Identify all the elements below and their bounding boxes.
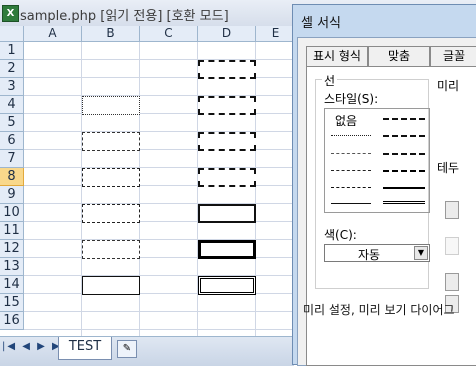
border-top-button[interactable] — [445, 201, 459, 219]
column-header-b[interactable]: B — [82, 26, 140, 42]
cell-b14-thin-border[interactable] — [82, 276, 140, 295]
style-hair-option[interactable] — [331, 135, 371, 136]
row-header-6[interactable]: 6 — [0, 132, 24, 150]
row-header-8[interactable]: 8 — [0, 168, 24, 186]
column-header-d[interactable]: D — [198, 26, 256, 42]
cell-b4-hair-border[interactable] — [82, 96, 140, 115]
row-header-12[interactable]: 12 — [0, 240, 24, 258]
column-header-c[interactable]: C — [140, 26, 198, 42]
insert-sheet-icon[interactable]: ✎ — [117, 340, 137, 358]
color-select-value: 자동 — [357, 248, 381, 262]
sheet-tabs-bar: |◀ ◀ ▶ ▶| TEST ✎ — [0, 336, 294, 366]
select-all-corner[interactable] — [0, 26, 24, 42]
row-header-5[interactable]: 5 — [0, 114, 24, 132]
border-tab-panel: 선 스타일(S): 없음 색(C): 자동 ▼ 미리 테두 미리 설정, 미리 … — [303, 66, 476, 366]
style-double-option[interactable] — [383, 201, 425, 204]
format-cells-dialog: 셀 서식 표시 형식 맞춤 글꼴 선 스타일(S): 없음 색(C): 자동 ▼… — [292, 4, 476, 366]
style-medium-dash-dot-dot-option[interactable] — [383, 153, 425, 155]
cell-b6-dotted-border[interactable] — [82, 132, 140, 151]
style-dash-dot-option[interactable] — [331, 187, 371, 188]
dialog-body: 표시 형식 맞춤 글꼴 선 스타일(S): 없음 색(C): 자동 ▼ 미리 테… — [297, 37, 476, 366]
prev-sheet-icon[interactable]: ◀ — [22, 341, 32, 352]
border-label: 테두 — [437, 161, 460, 175]
row-header-4[interactable]: 4 — [0, 96, 24, 114]
style-none-option[interactable]: 없음 — [335, 112, 357, 129]
column-header-e[interactable]: E — [256, 26, 296, 42]
cell-d8-medium-dashed-border[interactable] — [198, 168, 256, 187]
style-medium-dash-dot-option[interactable] — [383, 118, 425, 120]
cell-b12-dashed-border[interactable] — [82, 240, 140, 259]
cell-d10-medium-border[interactable] — [198, 204, 256, 223]
next-sheet-icon[interactable]: ▶ — [37, 341, 47, 352]
cell-d2-slant-dash-border[interactable] — [198, 60, 256, 79]
style-label: 스타일(S): — [324, 92, 379, 106]
column-header-a[interactable]: A — [24, 26, 82, 42]
border-inside-horizontal-button[interactable] — [445, 237, 459, 255]
tab-number-format[interactable]: 표시 형식 — [306, 46, 368, 66]
chevron-down-icon[interactable]: ▼ — [414, 246, 428, 260]
preset-help-text: 미리 설정, 미리 보기 다이어그 — [303, 303, 455, 317]
sheet-tab-test[interactable]: TEST — [58, 337, 112, 360]
row-header-3[interactable]: 3 — [0, 78, 24, 96]
cell-d4-medium-dash-dot-dot-border[interactable] — [198, 96, 256, 115]
row-header-2[interactable]: 2 — [0, 60, 24, 78]
cell-d14-double-border[interactable] — [198, 276, 256, 295]
style-dotted-option[interactable] — [331, 153, 371, 154]
style-slant-dash-option[interactable] — [383, 135, 425, 137]
row-header-1[interactable]: 1 — [0, 42, 24, 60]
color-select[interactable]: 자동 ▼ — [324, 244, 430, 262]
excel-app-icon[interactable]: X — [2, 5, 19, 22]
line-style-list[interactable]: 없음 — [324, 108, 430, 213]
tab-alignment[interactable]: 맞춤 — [368, 46, 430, 66]
dialog-title: 셀 서식 — [301, 16, 342, 31]
row-header-10[interactable]: 10 — [0, 204, 24, 222]
style-thin-option[interactable] — [331, 203, 371, 204]
cell-b10-dash-dot-border[interactable] — [82, 204, 140, 223]
row-header-16[interactable]: 16 — [0, 312, 24, 330]
row-header-7[interactable]: 7 — [0, 150, 24, 168]
line-group: 선 스타일(S): 없음 색(C): 자동 ▼ — [315, 72, 430, 289]
cell-b8-dash-dot-dot-border[interactable] — [82, 168, 140, 187]
first-sheet-icon[interactable]: |◀ — [2, 341, 17, 352]
cell-d12-thick-border[interactable] — [198, 240, 256, 259]
line-group-title: 선 — [322, 72, 338, 89]
presets-label: 미리 — [437, 79, 460, 93]
cell-d6-medium-dash-dot-border[interactable] — [198, 132, 256, 151]
row-header-15[interactable]: 15 — [0, 294, 24, 312]
row-header-9[interactable]: 9 — [0, 186, 24, 204]
border-bottom-button[interactable] — [445, 273, 459, 291]
style-medium-dashed-option[interactable] — [383, 170, 425, 172]
window-title: sample.php [읽기 전용] [호환 모드] — [20, 9, 229, 24]
row-header-13[interactable]: 13 — [0, 258, 24, 276]
color-label: 색(C): — [324, 228, 357, 242]
tab-font[interactable]: 글꼴 — [430, 46, 476, 66]
row-header-11[interactable]: 11 — [0, 222, 24, 240]
style-medium-option[interactable] — [383, 187, 425, 189]
row-header-14[interactable]: 14 — [0, 276, 24, 294]
style-dash-dot-dot-option[interactable] — [331, 170, 371, 171]
